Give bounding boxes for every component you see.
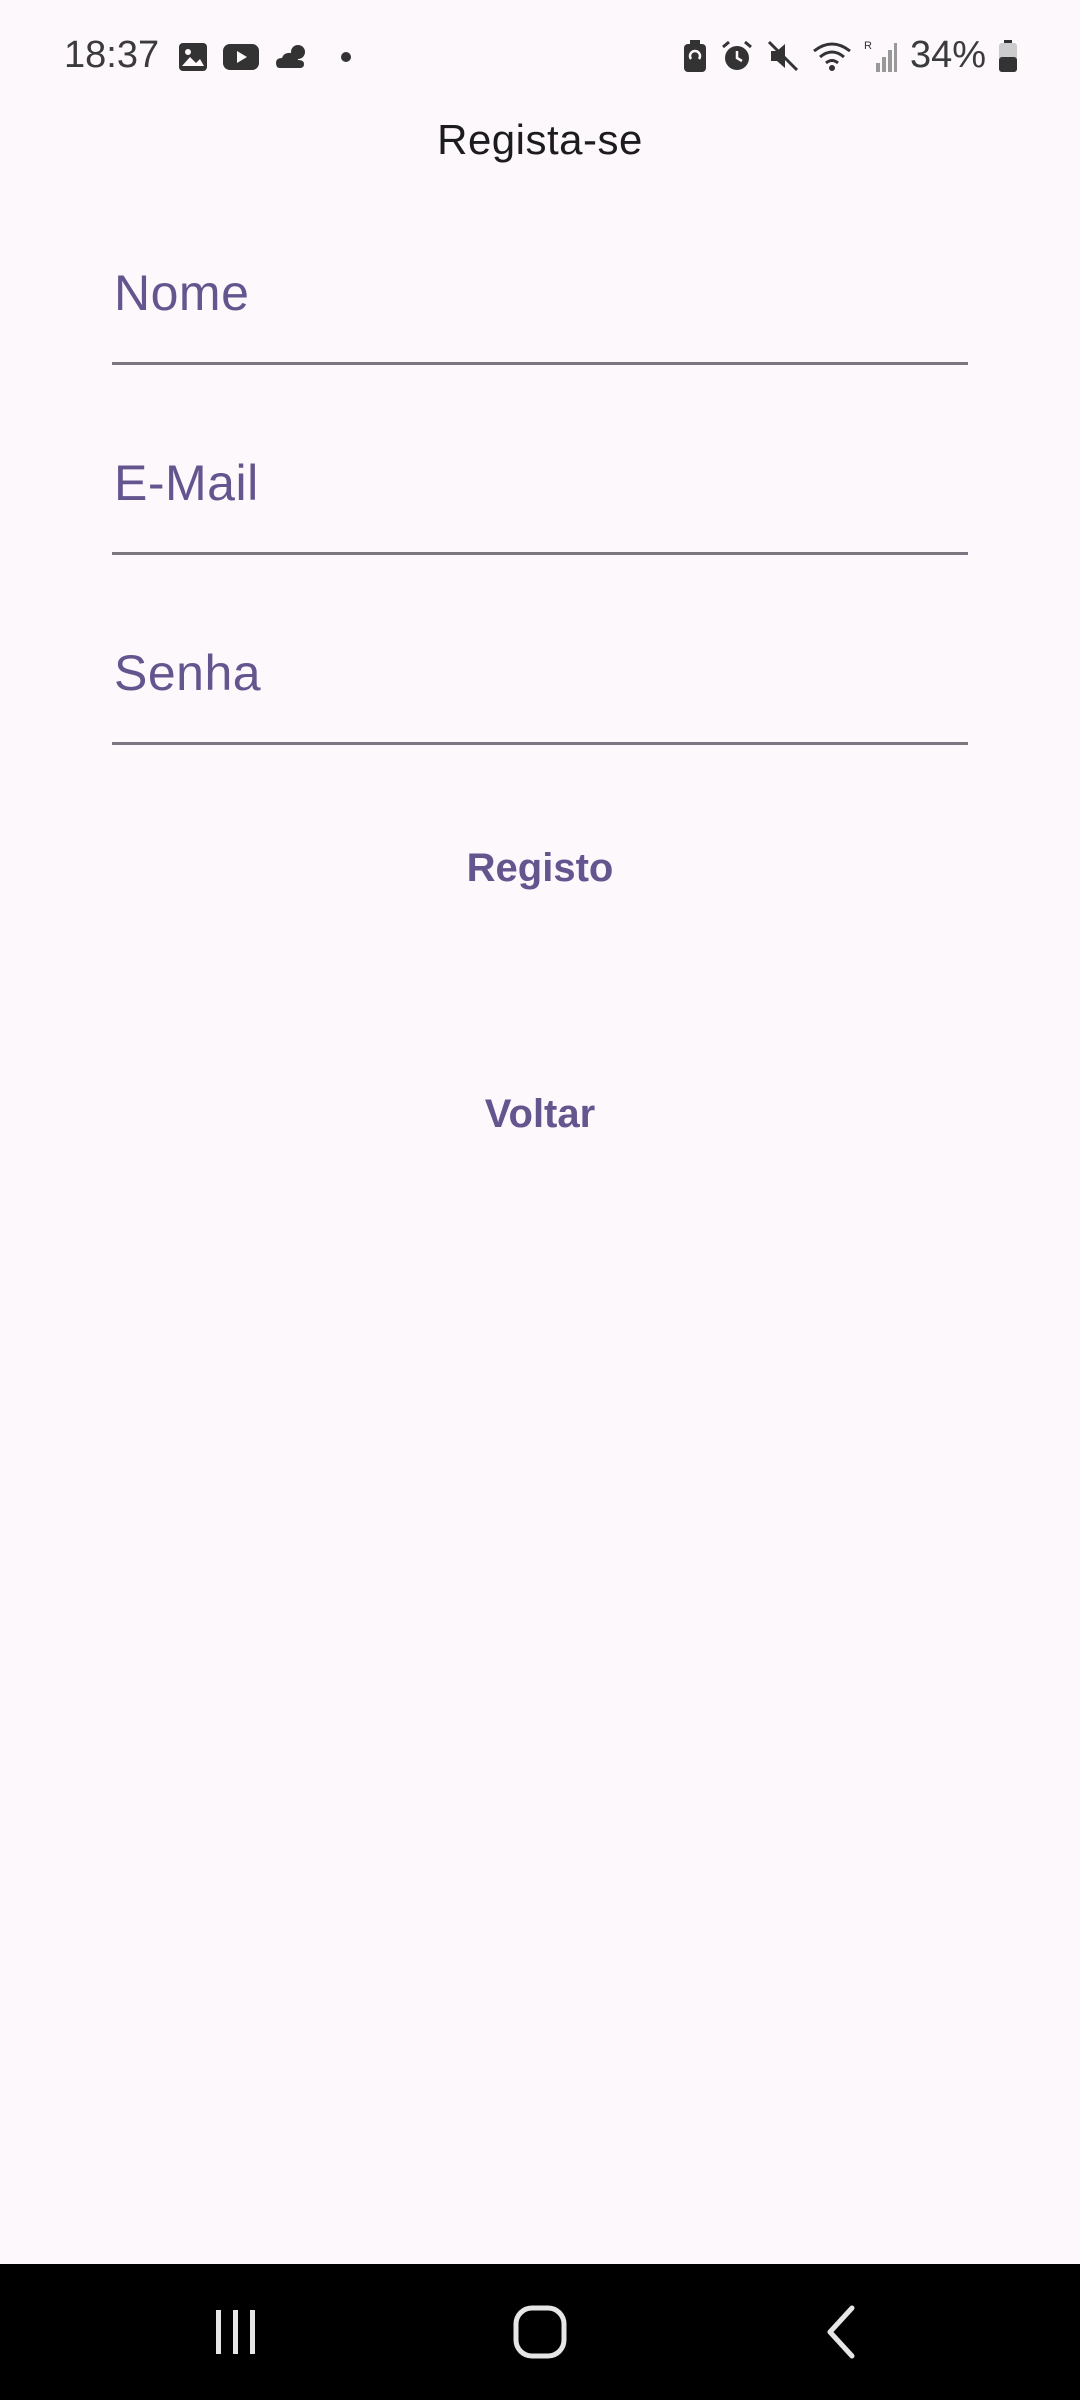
gallery-icon bbox=[178, 42, 208, 72]
password-input[interactable] bbox=[112, 692, 972, 738]
page-title: Regista-se bbox=[437, 116, 643, 163]
recent-apps-button[interactable] bbox=[176, 2292, 296, 2372]
weather-icon bbox=[274, 42, 310, 72]
youtube-icon bbox=[222, 42, 260, 72]
alarm-icon bbox=[720, 39, 754, 73]
name-field[interactable]: Nome bbox=[112, 232, 972, 365]
password-field[interactable]: Senha bbox=[112, 612, 972, 745]
status-bar: 18:37 R 34% bbox=[0, 0, 1080, 120]
nav-back-button[interactable] bbox=[782, 2292, 902, 2372]
battery-percent: 34% bbox=[909, 34, 986, 76]
status-system-icons: R 34% bbox=[682, 34, 1018, 77]
home-button[interactable] bbox=[480, 2292, 600, 2372]
email-field[interactable]: E-Mail bbox=[112, 422, 972, 555]
battery-icon bbox=[998, 39, 1018, 73]
navigation-bar bbox=[0, 2264, 1080, 2400]
svg-text:R: R bbox=[864, 40, 872, 52]
battery-saver-icon bbox=[682, 39, 708, 73]
back-button[interactable]: Voltar bbox=[0, 1074, 1080, 1154]
back-icon bbox=[827, 2305, 855, 2359]
status-notification-icons bbox=[178, 42, 352, 72]
signal-icon: R bbox=[864, 39, 898, 73]
email-input[interactable] bbox=[112, 502, 972, 548]
mute-icon bbox=[766, 39, 800, 73]
home-icon bbox=[513, 2305, 567, 2359]
wifi-icon bbox=[812, 39, 852, 73]
status-time: 18:37 bbox=[64, 34, 160, 76]
recent-apps-icon bbox=[216, 2310, 255, 2354]
register-button[interactable]: Registo bbox=[0, 828, 1080, 908]
name-input[interactable] bbox=[112, 312, 972, 358]
dot-icon bbox=[340, 51, 352, 63]
